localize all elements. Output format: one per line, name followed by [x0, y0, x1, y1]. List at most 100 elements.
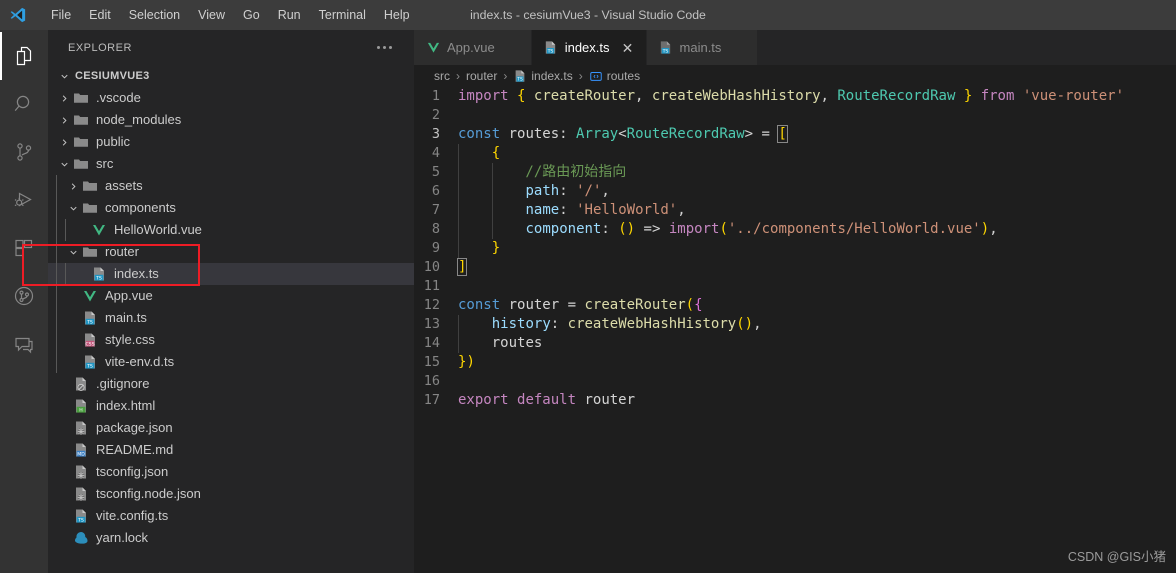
git-icon — [72, 376, 90, 392]
chevron-right-icon[interactable] — [56, 112, 72, 128]
breadcrumb-label: index.ts — [531, 69, 573, 83]
code-line[interactable]: 4 { — [414, 144, 1176, 163]
code-line[interactable]: 9 } — [414, 239, 1176, 258]
activity-item-explorer[interactable] — [0, 32, 48, 80]
breadcrumb-item-router[interactable]: router — [466, 69, 497, 83]
tab-index-ts[interactable]: TS index.ts ✕ — [531, 30, 647, 65]
code-line[interactable]: 15}) — [414, 353, 1176, 372]
activity-item-search[interactable] — [0, 80, 48, 128]
menu-edit[interactable]: Edit — [80, 4, 120, 26]
breadcrumb-label: router — [466, 69, 498, 83]
tree-row-node-modules[interactable]: node_modules — [48, 109, 414, 131]
tree-row-package-json[interactable]: package.json — [48, 417, 414, 439]
breadcrumb[interactable]: src › router › TS index.ts › routes — [414, 65, 1176, 87]
activity-item-gitlens[interactable] — [0, 272, 48, 320]
line-number: 2 — [431, 107, 440, 123]
tree-row-label: components — [105, 200, 176, 215]
code-line[interactable]: 8 component: () => import('../components… — [414, 220, 1176, 239]
code-line[interactable]: 14 routes — [414, 334, 1176, 353]
line-number: 1 — [431, 88, 440, 104]
indent-guide — [65, 263, 74, 285]
ts-icon: TS — [513, 69, 527, 83]
tree-row-gitignore[interactable]: .gitignore — [48, 373, 414, 395]
tree-row-readme-md[interactable]: MD README.md — [48, 439, 414, 461]
chevron-down-icon[interactable] — [65, 200, 81, 216]
tree-row-index-ts[interactable]: TS index.ts — [48, 263, 414, 285]
tree-row-main-ts[interactable]: TS main.ts — [48, 307, 414, 329]
chevron-right-icon[interactable] — [56, 134, 72, 150]
folder-icon — [81, 244, 99, 260]
activity-item-run-and-debug[interactable] — [0, 176, 48, 224]
tab-app-vue[interactable]: App.vue ✕ — [414, 30, 532, 65]
menu-file[interactable]: File — [42, 4, 80, 26]
tree-row-yarn-lock[interactable]: yarn.lock — [48, 527, 414, 549]
chevron-down-icon[interactable] — [56, 156, 72, 172]
tree-row-style-css[interactable]: CSS style.css — [48, 329, 414, 351]
activity-item-extensions[interactable] — [0, 224, 48, 272]
code-line[interactable]: 13 history: createWebHashHistory(), — [414, 315, 1176, 334]
tree-row-assets[interactable]: assets — [48, 175, 414, 197]
run-debug-icon — [12, 188, 36, 212]
tree-row-tsconfig-json[interactable]: tsconfig.json — [48, 461, 414, 483]
search-icon — [12, 92, 36, 116]
code-line[interactable]: 6 path: '/', — [414, 182, 1176, 201]
close-icon[interactable]: ✕ — [620, 40, 636, 56]
activity-bar[interactable] — [0, 30, 48, 573]
tree-row-helloworld-vue[interactable]: HelloWorld.vue — [48, 219, 414, 241]
activity-item-remote-explorer[interactable] — [0, 320, 48, 368]
code-editor[interactable]: 1 import { createRouter, createWebHashHis… — [414, 87, 1176, 573]
code-line[interactable]: 17 export default router — [414, 391, 1176, 410]
tree-root-cesiumvue3[interactable]: CESIUMVUE3 — [48, 65, 414, 87]
tree-row-app-vue[interactable]: App.vue — [48, 285, 414, 307]
code-line[interactable]: 16 — [414, 372, 1176, 391]
tree-row-src[interactable]: src — [48, 153, 414, 175]
tree-row-index-html[interactable]: Hindex.html — [48, 395, 414, 417]
code-text: export default router — [458, 392, 636, 408]
chevron-right-icon: › — [503, 69, 508, 83]
chevron-right-icon[interactable] — [56, 90, 72, 106]
ellipsis-icon[interactable] — [375, 40, 394, 55]
menu-help[interactable]: Help — [375, 4, 419, 26]
tree-row-vite-env-d-ts[interactable]: TS vite-env.d.ts — [48, 351, 414, 373]
code-line[interactable]: 7 name: 'HelloWorld', — [414, 201, 1176, 220]
tree-row-label: .gitignore — [96, 376, 150, 391]
breadcrumb-item-routes[interactable]: routes — [589, 69, 640, 83]
activity-item-source-control[interactable] — [0, 128, 48, 176]
json-icon — [72, 420, 90, 436]
tree-row-public[interactable]: public — [48, 131, 414, 153]
menu-go[interactable]: Go — [234, 4, 269, 26]
symbol-variable-icon — [589, 69, 603, 83]
code-line[interactable]: 3 const routes: Array<RouteRecordRaw> = [ — [414, 125, 1176, 144]
code-line[interactable]: 12 const router = createRouter({ — [414, 296, 1176, 315]
tree-row-components[interactable]: components — [48, 197, 414, 219]
workbench-body: EXPLORER CESIUMVUE3 .vscode node_modules p… — [0, 30, 1176, 573]
chevron-down-icon[interactable] — [65, 244, 81, 260]
tree-row-vscode[interactable]: .vscode — [48, 87, 414, 109]
code-line[interactable]: 1 import { createRouter, createWebHashHis… — [414, 87, 1176, 106]
indent-guide — [458, 239, 459, 258]
tree-row-tsconfig-node-json[interactable]: tsconfig.node.json — [48, 483, 414, 505]
line-number: 9 — [431, 240, 440, 256]
breadcrumb-item-index-ts[interactable]: TS index.ts — [513, 69, 573, 83]
editor-tab-bar[interactable]: App.vue ✕ TS index.ts ✕ — [414, 30, 1176, 65]
code-line[interactable]: 11 — [414, 277, 1176, 296]
breadcrumb-item-src[interactable]: src — [434, 69, 450, 83]
tab-main-ts[interactable]: TS main.ts ✕ — [646, 30, 759, 65]
tree-row-label: App.vue — [105, 288, 153, 303]
tree-row-router[interactable]: router — [48, 241, 414, 263]
chevron-right-icon[interactable] — [65, 178, 81, 194]
code-line[interactable]: 5 //路由初始指向 — [414, 163, 1176, 182]
json-icon — [72, 486, 90, 502]
menu-terminal[interactable]: Terminal — [310, 4, 375, 26]
code-text: }) — [458, 354, 475, 370]
menu-run[interactable]: Run — [269, 4, 310, 26]
indent-guide — [491, 220, 493, 239]
menu-selection[interactable]: Selection — [120, 4, 189, 26]
code-line[interactable]: 10] — [414, 258, 1176, 277]
code-line[interactable]: 2 — [414, 106, 1176, 125]
file-tree[interactable]: CESIUMVUE3 .vscode node_modules public src a… — [48, 65, 414, 573]
menu-bar[interactable]: File Edit Selection View Go Run Terminal… — [42, 4, 419, 26]
tree-row-vite-config-ts[interactable]: TS vite.config.ts — [48, 505, 414, 527]
menu-view[interactable]: View — [189, 4, 234, 26]
tree-row-label: router — [105, 244, 139, 259]
